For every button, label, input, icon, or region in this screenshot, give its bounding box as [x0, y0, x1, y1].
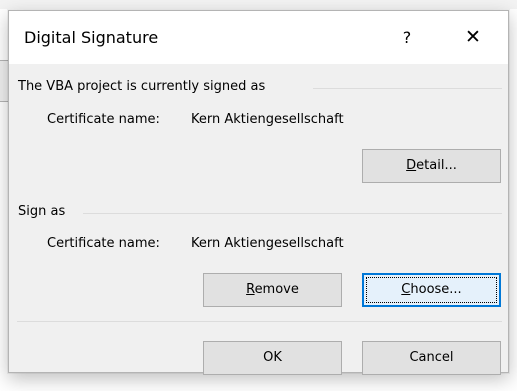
title-bar[interactable]: Digital Signature ? ✕ [9, 11, 508, 64]
help-button[interactable]: ? [393, 24, 421, 52]
background-toolbar-strip [0, 0, 517, 9]
detail-button[interactable]: Detail... [362, 149, 501, 183]
currently-signed-separator [313, 88, 502, 89]
close-icon: ✕ [465, 26, 481, 48]
cancel-button[interactable]: Cancel [362, 341, 501, 375]
currently-signed-heading: The VBA project is currently signed as [18, 79, 266, 94]
remove-button[interactable]: Remove [203, 273, 342, 307]
digital-signature-dialog: Digital Signature ? ✕ The VBA project is… [8, 10, 509, 375]
current-certificate-row: Certificate name: Kern Aktiengesellschaf… [47, 112, 344, 127]
sign-as-heading: Sign as [18, 204, 66, 219]
sign-as-certificate-name: Kern Aktiengesellschaft [191, 236, 344, 251]
focus-rectangle [366, 277, 497, 303]
sign-as-certificate-row: Certificate name: Kern Aktiengesellschaf… [47, 236, 344, 251]
ok-button[interactable]: OK [203, 341, 342, 375]
sign-as-certificate-label: Certificate name: [47, 236, 160, 251]
question-mark-icon: ? [402, 28, 412, 47]
close-button[interactable]: ✕ [453, 21, 493, 53]
sign-as-separator [83, 213, 502, 214]
choose-button[interactable]: Choose... [362, 273, 501, 307]
footer-divider [17, 321, 502, 322]
dialog-title: Digital Signature [24, 28, 159, 47]
current-certificate-name: Kern Aktiengesellschaft [191, 112, 344, 127]
current-certificate-label: Certificate name: [47, 112, 160, 127]
